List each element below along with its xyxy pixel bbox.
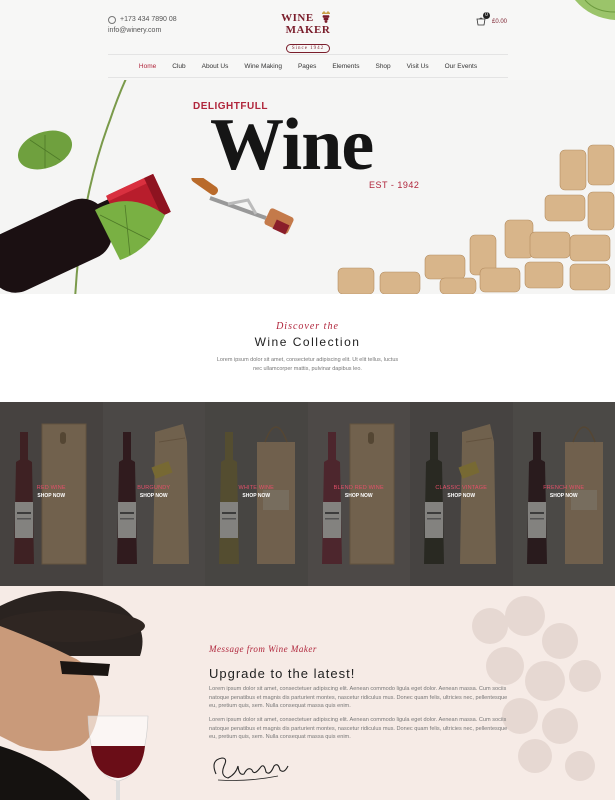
product-card[interactable]: RED WINE SHOP NOW bbox=[0, 402, 103, 586]
product-card[interactable]: CLASSIC VINTAGE SHOP NOW bbox=[410, 402, 513, 586]
phone-row[interactable]: +173 434 7890 08 bbox=[108, 14, 177, 25]
shop-now-link[interactable]: SHOP NOW bbox=[103, 493, 206, 499]
cart-widget[interactable]: 0 £0.00 bbox=[476, 12, 508, 26]
nav-item-wine-making[interactable]: Wine Making bbox=[236, 63, 290, 70]
winemaker-signature bbox=[213, 757, 289, 781]
product-name[interactable]: RED WINE bbox=[0, 485, 103, 491]
cart-total: £0.00 bbox=[492, 18, 508, 25]
grape-crest-icon bbox=[321, 11, 330, 23]
message-paragraph-1: Lorem ipsum dolor sit amet, consectetuer… bbox=[209, 686, 508, 709]
nav-item-pages[interactable]: Pages bbox=[290, 63, 324, 70]
email-address: info@winery.com bbox=[108, 27, 162, 34]
email-row[interactable]: info@winery.com bbox=[108, 25, 177, 36]
site-logo[interactable]: WINE MAKER Since 1942 bbox=[258, 10, 358, 54]
winemaker-message: Message from Wine Maker Upgrade to the l… bbox=[0, 586, 615, 800]
message-paragraph-2: Lorem ipsum dolor sit amet, consectetuer… bbox=[209, 717, 508, 740]
shop-now-link[interactable]: SHOP NOW bbox=[0, 493, 103, 499]
phone-number: +173 434 7890 08 bbox=[120, 16, 177, 23]
shop-now-link[interactable]: SHOP NOW bbox=[205, 493, 308, 499]
site-header: +173 434 7890 08 info@winery.com WINE MA… bbox=[0, 0, 615, 80]
nav-item-our-events[interactable]: Our Events bbox=[437, 63, 486, 70]
corkscrew-illustration bbox=[191, 178, 294, 235]
contact-info: +173 434 7890 08 info@winery.com bbox=[108, 14, 177, 36]
cart-count-badge: 0 bbox=[483, 12, 490, 19]
nav-item-club[interactable]: Club bbox=[164, 63, 193, 70]
nav-item-about-us[interactable]: About Us bbox=[194, 63, 237, 70]
product-card[interactable]: BLEND RED WINE SHOP NOW bbox=[307, 402, 411, 586]
sommelier-photo bbox=[0, 586, 200, 800]
product-name[interactable]: FRENCH WINE bbox=[513, 485, 615, 491]
collection-intro: Discover the Wine Collection Lorem ipsum… bbox=[0, 294, 615, 402]
shop-now-link[interactable]: SHOP NOW bbox=[513, 493, 615, 499]
product-card[interactable]: BURGUNDY SHOP NOW bbox=[102, 402, 206, 586]
message-title: Upgrade to the latest! bbox=[209, 666, 356, 681]
product-grid: RED WINE SHOP NOW BURGUNDY SHOP NOW WHITE WI… bbox=[0, 402, 615, 586]
nav-item-shop[interactable]: Shop bbox=[367, 63, 398, 70]
product-name[interactable]: CLASSIC VINTAGE bbox=[410, 485, 513, 491]
hero-est: EST - 1942 bbox=[369, 180, 420, 190]
shop-now-link[interactable]: SHOP NOW bbox=[308, 493, 411, 499]
collection-description: Lorem ipsum dolor sit amet, consectetur … bbox=[216, 357, 399, 372]
cart-icon: 0 bbox=[476, 12, 490, 26]
product-card[interactable]: WHITE WINE SHOP NOW bbox=[205, 402, 308, 586]
product-name[interactable]: WHITE WINE bbox=[205, 485, 308, 491]
nav-item-elements[interactable]: Elements bbox=[324, 63, 367, 70]
product-card[interactable]: FRENCH WINE SHOP NOW bbox=[512, 402, 615, 586]
vine-leaf-decoration bbox=[575, 0, 615, 20]
phone-icon bbox=[108, 15, 116, 24]
main-nav: Home Club About Us Wine Making Pages Ele… bbox=[108, 54, 508, 78]
collection-script-title: Discover the bbox=[276, 321, 339, 332]
product-name[interactable]: BLEND RED WINE bbox=[308, 485, 411, 491]
message-script-title: Message from Wine Maker bbox=[209, 644, 317, 654]
logo-text-left: WINE bbox=[281, 12, 314, 24]
product-name[interactable]: BURGUNDY bbox=[103, 485, 206, 491]
nav-item-visit-us[interactable]: Visit Us bbox=[399, 63, 437, 70]
collection-title: Wine Collection bbox=[254, 335, 361, 349]
nav-item-home[interactable]: Home bbox=[131, 63, 164, 70]
hero-title: Wine bbox=[210, 104, 374, 186]
logo-text-right: MAKER bbox=[285, 24, 331, 36]
hero-banner: DELIGHTFULL Wine EST - 1942 bbox=[0, 80, 615, 294]
wine-bottle-illustration bbox=[0, 80, 171, 294]
shop-now-link[interactable]: SHOP NOW bbox=[410, 493, 513, 499]
logo-since: Since 1942 bbox=[285, 44, 331, 53]
